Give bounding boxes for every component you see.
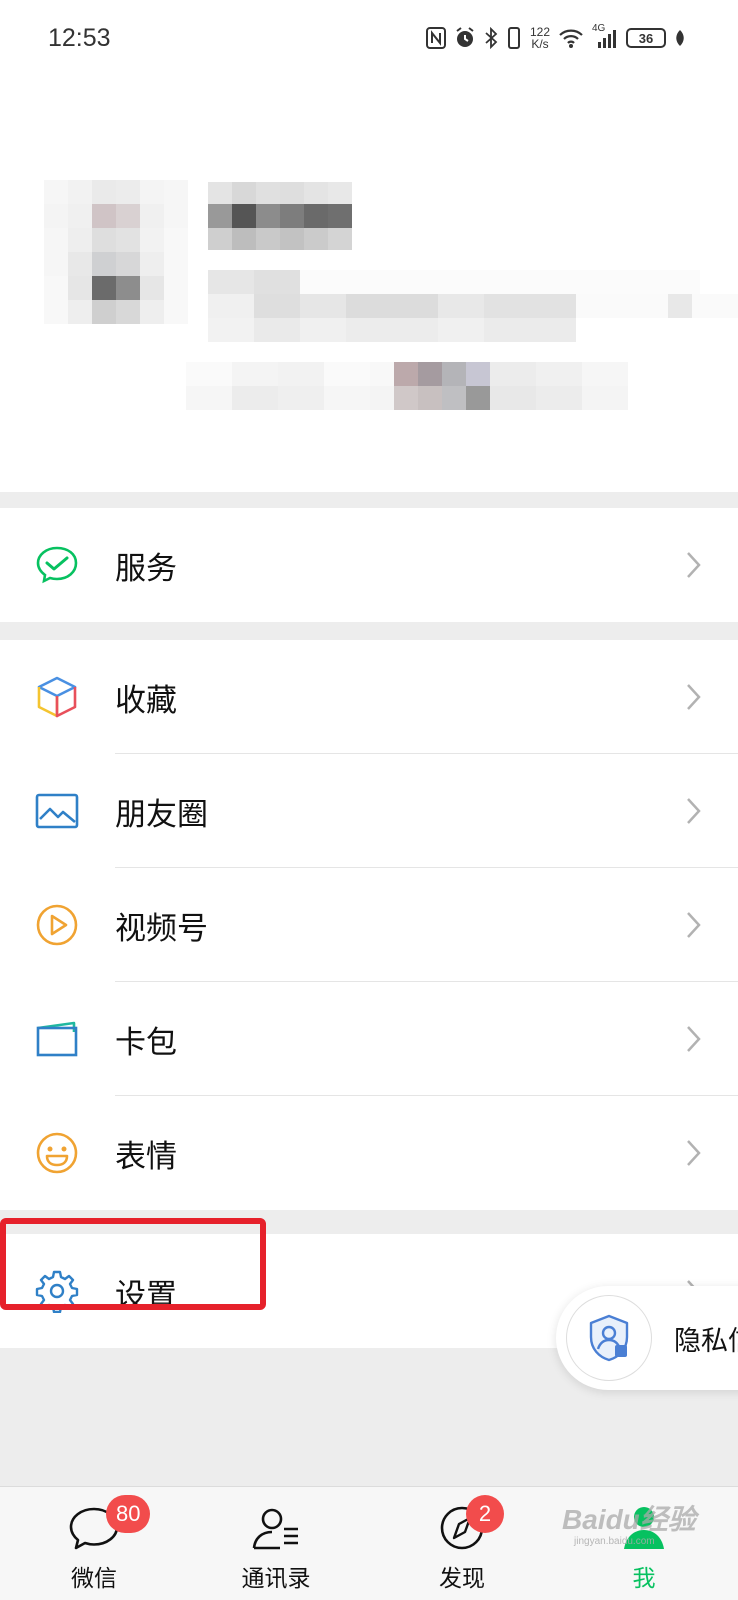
- moments-picture-icon: [34, 788, 80, 834]
- menu-label-services: 服务: [115, 550, 177, 587]
- tab-label-me: 我: [632, 1566, 656, 1592]
- menu-label-channels: 视频号: [115, 910, 208, 947]
- vibrate-icon: [506, 27, 522, 49]
- net-speed: 122 K/s: [530, 26, 550, 50]
- avatar[interactable]: [44, 180, 188, 324]
- chevron-right-icon: [687, 1026, 701, 1052]
- menu-item-favorites[interactable]: 收藏: [0, 640, 738, 754]
- battery-icon: 36: [626, 28, 666, 48]
- tab-label-contacts: 通讯录: [241, 1566, 311, 1592]
- nickname: [208, 182, 352, 250]
- wechat-id: [208, 270, 738, 342]
- alarm-icon: [454, 27, 476, 49]
- channels-play-icon: [34, 902, 80, 948]
- network-type: 4G: [592, 23, 606, 34]
- menu-label-moments: 朋友圈: [115, 796, 208, 833]
- menu-item-moments[interactable]: 朋友圈: [0, 754, 738, 868]
- leaf-icon: [674, 29, 686, 47]
- status-time: 12:53: [48, 24, 111, 52]
- tab-label-chats: 微信: [71, 1566, 117, 1592]
- chevron-right-icon: [687, 684, 701, 710]
- shield-user-icon: [566, 1295, 652, 1381]
- sticker-smile-icon: [34, 1130, 80, 1176]
- privacy-popup[interactable]: 隐私信: [556, 1286, 738, 1390]
- features-section: 收藏 朋友圈 视频号 卡包 表情: [0, 640, 738, 1210]
- nfc-icon: [425, 27, 446, 49]
- menu-item-channels[interactable]: 视频号: [0, 868, 738, 982]
- contacts-icon: [252, 1508, 298, 1550]
- discover-badge: 2: [466, 1495, 504, 1533]
- watermark-sub: jingyan.baidu.com: [574, 1536, 655, 1547]
- tab-label-discover: 发现: [439, 1566, 485, 1592]
- services-section: 服务: [0, 508, 738, 622]
- privacy-popup-text: 隐私信: [674, 1325, 738, 1357]
- menu-label-stickers: 表情: [115, 1138, 177, 1175]
- status-bar: 12:53 122 K/s 4G 36: [0, 0, 738, 84]
- unread-badge: 80: [106, 1495, 151, 1533]
- watermark: Baidu经验: [562, 1504, 696, 1535]
- tab-contacts[interactable]: 通讯录: [206, 1487, 346, 1600]
- menu-label-card-wallet: 卡包: [115, 1024, 177, 1061]
- favorites-cube-icon: [34, 674, 80, 720]
- chevron-right-icon: [687, 1140, 701, 1166]
- status-line: [186, 362, 628, 410]
- wifi-icon: [558, 27, 584, 49]
- status-icons: 122 K/s 4G 36: [425, 23, 686, 50]
- menu-item-stickers[interactable]: 表情: [0, 1096, 738, 1210]
- chevron-right-icon: [687, 798, 701, 824]
- net-speed-unit: K/s: [531, 37, 549, 51]
- card-wallet-icon: [34, 1016, 80, 1062]
- signal-icon: 4G: [592, 23, 618, 49]
- wechat-pay-icon: [34, 542, 80, 588]
- profile-header[interactable]: [0, 84, 738, 492]
- menu-item-services[interactable]: 服务: [0, 508, 738, 622]
- tab-chats[interactable]: 微信 80: [24, 1487, 164, 1600]
- menu-item-card-wallet[interactable]: 卡包: [0, 982, 738, 1096]
- highlight-box: [0, 1218, 266, 1310]
- tab-discover[interactable]: 发现 2: [392, 1487, 532, 1600]
- chevron-right-icon: [687, 552, 701, 578]
- bluetooth-icon: [484, 27, 498, 49]
- chevron-right-icon: [687, 912, 701, 938]
- menu-label-favorites: 收藏: [115, 682, 177, 719]
